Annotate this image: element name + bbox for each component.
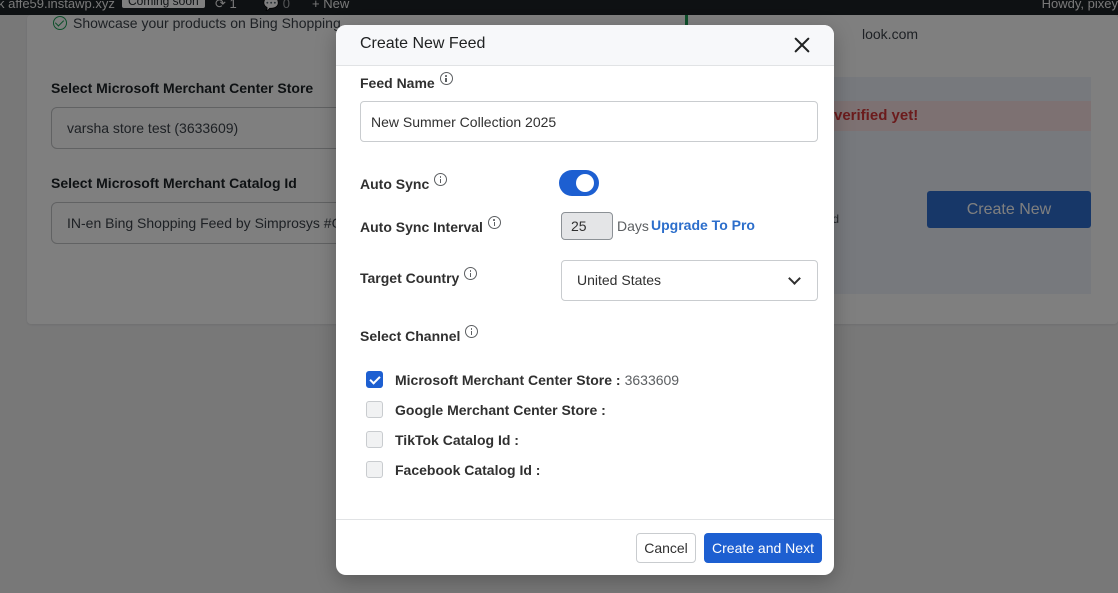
target-country-value: United States <box>577 272 662 288</box>
info-icon[interactable] <box>434 173 448 186</box>
info-icon[interactable] <box>439 72 453 85</box>
channel-tiktok[interactable]: TikTok Catalog Id : <box>366 431 519 448</box>
channel-label: TikTok Catalog Id : <box>395 431 519 448</box>
modal-title: Create New Feed <box>360 35 486 52</box>
channel-microsoft[interactable]: Microsoft Merchant Center Store : 363360… <box>366 371 679 388</box>
create-feed-modal: Create New Feed Feed Name Auto Sync Auto… <box>336 25 834 575</box>
select-channel-label-text: Select Channel <box>360 328 461 344</box>
info-icon[interactable] <box>465 325 479 338</box>
close-icon[interactable] <box>792 35 812 55</box>
channel-label: Microsoft Merchant Center Store : <box>395 371 621 388</box>
auto-sync-interval-input[interactable] <box>561 212 613 240</box>
auto-sync-interval-label: Auto Sync Interval <box>360 216 501 235</box>
auto-sync-label-text: Auto Sync <box>360 176 430 192</box>
feed-name-input[interactable] <box>360 101 818 142</box>
target-country-label: Target Country <box>360 267 478 286</box>
create-and-next-button[interactable]: Create and Next <box>704 533 822 563</box>
auto-sync-toggle[interactable] <box>559 170 599 196</box>
feed-name-label: Feed Name <box>360 72 453 91</box>
upgrade-to-pro-link[interactable]: Upgrade To Pro <box>651 217 755 233</box>
checkbox-microsoft[interactable] <box>366 371 383 388</box>
channel-value: 3633609 <box>624 371 680 388</box>
info-icon[interactable] <box>487 216 501 229</box>
auto-sync-interval-label-text: Auto Sync Interval <box>360 219 483 235</box>
cancel-button[interactable]: Cancel <box>636 533 696 563</box>
checkbox-tiktok[interactable] <box>366 431 383 448</box>
checkbox-facebook[interactable] <box>366 461 383 478</box>
info-icon[interactable] <box>464 267 478 280</box>
days-unit: Days <box>617 218 649 234</box>
modal-footer: Cancel Create and Next <box>336 519 834 575</box>
target-country-select[interactable]: United States <box>561 260 818 301</box>
chevron-down-icon <box>788 272 801 285</box>
channel-facebook[interactable]: Facebook Catalog Id : <box>366 461 540 478</box>
modal-header: Create New Feed <box>336 25 834 66</box>
auto-sync-label: Auto Sync <box>360 173 448 192</box>
channel-label: Facebook Catalog Id : <box>395 461 541 478</box>
channel-label: Google Merchant Center Store : <box>395 401 606 418</box>
channel-google[interactable]: Google Merchant Center Store : <box>366 401 606 418</box>
feed-name-label-text: Feed Name <box>360 75 435 91</box>
select-channel-label: Select Channel <box>360 325 479 344</box>
target-country-label-text: Target Country <box>360 270 460 286</box>
checkbox-google[interactable] <box>366 401 383 418</box>
